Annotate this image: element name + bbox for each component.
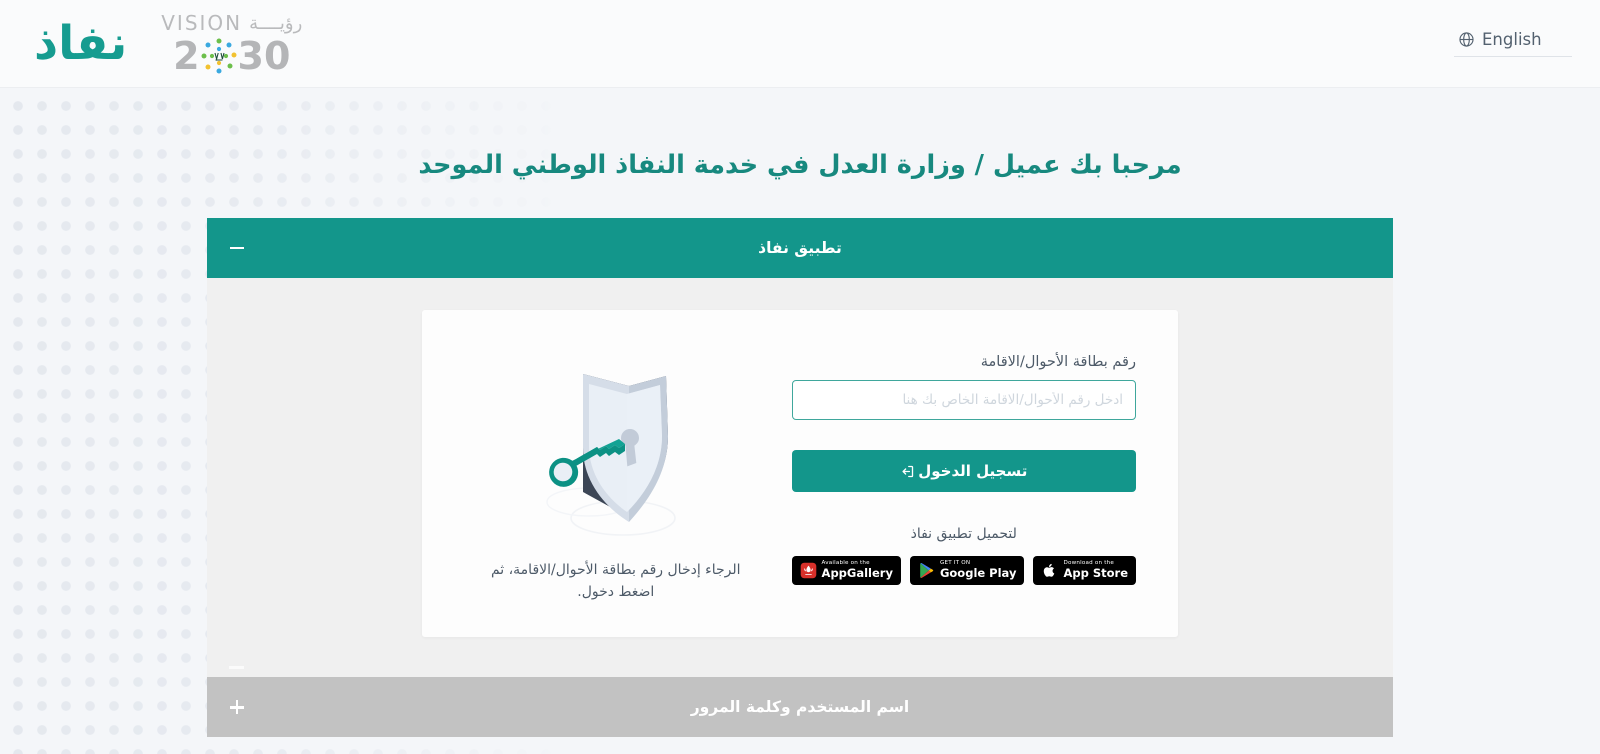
huawei-icon <box>800 562 816 579</box>
globe-icon <box>1458 31 1475 48</box>
appgallery-badge-line2: AppGallery <box>821 566 893 581</box>
national-id-input[interactable] <box>791 380 1136 420</box>
apple-icon <box>1044 563 1055 577</box>
google-play-badge-text: GET IT ON Google Play <box>940 561 1017 579</box>
minus-icon <box>229 240 245 256</box>
illustration-column: الرجاء إدخال رقم بطاقة الأحوال/الاقامة، … <box>458 340 774 603</box>
app-store-badge-text: Download on the App Store <box>1063 561 1128 579</box>
main-content: مرحبا بك عميل / وزارة العدل في خدمة النف… <box>0 150 1600 738</box>
sign-in-icon <box>902 465 914 477</box>
language-underline <box>1454 56 1572 57</box>
accordion-credentials: اسم المستخدم وكلمة المرور <box>207 677 1393 738</box>
language-label: English <box>1482 30 1542 49</box>
store-badge-row: Available on the AppGallery GET IT ON Go… <box>791 556 1136 585</box>
download-caption: لتحميل تطبيق نفاذ <box>910 526 1017 542</box>
login-button-label: تسجيل الدخول <box>918 462 1028 480</box>
plus-icon <box>229 699 245 715</box>
illustration-hint: الرجاء إدخال رقم بطاقة الأحوال/الاقامة، … <box>490 562 741 600</box>
nafath-logo: نفاذ <box>34 16 128 71</box>
site-header: English رؤيــــة VISION 30 2 نفاذ <box>0 0 1600 88</box>
accordion-credentials-title: اسم المستخدم وكلمة المرور <box>690 698 910 717</box>
login-button[interactable]: تسجيل الدخول <box>791 450 1136 492</box>
page-root: English رؤيــــة VISION 30 2 نفاذ مرحبا … <box>0 0 1600 754</box>
vision-label-en: VISION <box>161 11 243 35</box>
accordion-nafath-app: تطبيق نفاذ رقم بطاقة الأحوال/الاقامة تسج… <box>207 218 1393 678</box>
page-title: مرحبا بك عميل / وزارة العدل في خدمة النف… <box>418 150 1182 180</box>
google-play-icon <box>920 563 934 578</box>
appgallery-badge-text: Available on the AppGallery <box>822 561 893 579</box>
vision-2030-logo: رؤيــــة VISION 30 2 <box>161 11 302 76</box>
vision-logo-top: رؤيــــة VISION <box>161 11 302 35</box>
shield-key-icon <box>546 374 676 536</box>
login-card: رقم بطاقة الأحوال/الاقامة تسجيل الدخول ل… <box>422 310 1178 638</box>
vision-year-left: 2 <box>173 34 200 78</box>
language-switcher[interactable]: English <box>1454 30 1572 57</box>
accordion-nafath-title: تطبيق نفاذ <box>758 239 842 257</box>
vision-year-right: 30 <box>237 34 291 78</box>
vision-logo-year: 30 2 <box>173 36 290 76</box>
google-play-badge-line2: Google Play <box>939 566 1017 581</box>
appgallery-badge[interactable]: Available on the AppGallery <box>791 556 901 585</box>
id-field-label: رقم بطاقة الأحوال/الاقامة <box>980 354 1136 370</box>
brand-zone: رؤيــــة VISION 30 2 نفاذ <box>34 11 302 76</box>
app-store-badge[interactable]: Download on the App Store <box>1033 556 1136 585</box>
accordion-credentials-header[interactable]: اسم المستخدم وكلمة المرور <box>207 677 1393 738</box>
accordion-nafath-header[interactable]: تطبيق نفاذ <box>207 218 1393 278</box>
panel-minus-icon <box>229 666 244 670</box>
vision-label-ar: رؤيــــة <box>249 12 303 34</box>
vision-emblem-icon <box>201 38 237 74</box>
login-form-column: رقم بطاقة الأحوال/الاقامة تسجيل الدخول ل… <box>774 340 1142 603</box>
app-store-badge-line2: App Store <box>1063 566 1128 581</box>
language-switcher-row[interactable]: English <box>1454 30 1546 56</box>
google-play-badge[interactable]: GET IT ON Google Play <box>909 556 1025 585</box>
accordion-nafath-panel: رقم بطاقة الأحوال/الاقامة تسجيل الدخول ل… <box>207 278 1393 678</box>
